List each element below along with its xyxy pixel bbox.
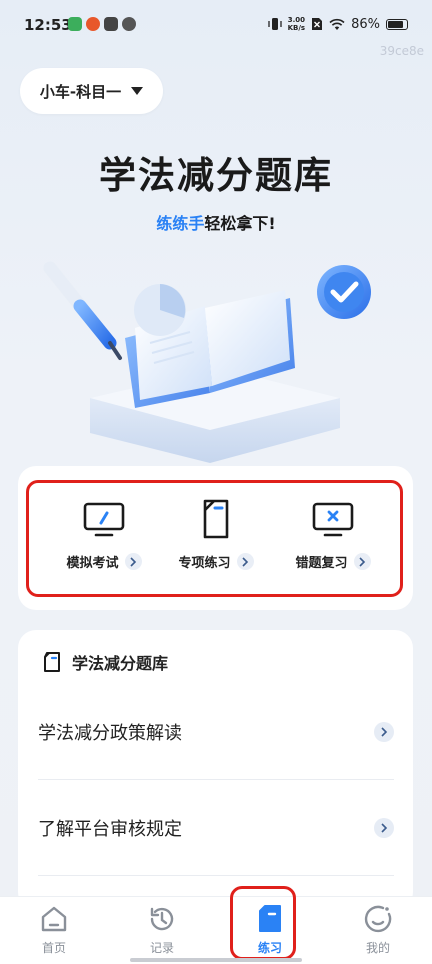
hero-title: 学法减分题库 (99, 154, 333, 197)
hero-subtitle-accent: 练练手 (156, 214, 205, 233)
wifi-icon (329, 18, 345, 30)
chevron-right-icon (374, 817, 394, 838)
battery-level (388, 20, 404, 28)
status-bar: 12:53 3.00 KB/s 86% (0, 0, 432, 52)
subject-selector-label: 小车-科目一 (39, 82, 122, 101)
list-item-label: 学法减分政策解读 (38, 722, 182, 744)
watermark: 39ce8e (379, 44, 424, 58)
app-notification-icon (104, 17, 118, 31)
document-icon (203, 499, 229, 539)
battery-icon (386, 18, 408, 30)
action-label-row: 模拟考试 (66, 552, 142, 571)
list-item-policy-interpretation[interactable]: 学法减分政策解读 (38, 684, 394, 780)
net-speed-unit: KB/s (287, 24, 306, 32)
profile-icon (364, 905, 392, 933)
chevron-right-icon (124, 553, 142, 570)
nav-item-home[interactable]: 首页 (14, 903, 94, 956)
hero-subtitle: 练练手轻松拿下! (0, 210, 432, 234)
nav-item-practice[interactable]: 练习 (230, 903, 310, 956)
action-label-row: 错题复习 (295, 552, 371, 571)
net-speed: 3.00 KB/s (288, 16, 305, 32)
action-label: 模拟考试 (66, 556, 119, 571)
action-special-practice[interactable]: 专项练习 (156, 496, 276, 571)
net-speed-value: 3.00 (287, 16, 305, 24)
dropdown-caret-icon (131, 87, 144, 95)
subject-selector[interactable]: 小车-科目一 (20, 68, 163, 114)
app-notification-icon (68, 17, 82, 31)
question-bank-icon (44, 652, 60, 672)
action-label-row: 专项练习 (178, 552, 254, 571)
no-sim-icon (312, 18, 323, 30)
hero-book-illustration (43, 261, 371, 463)
list-item-platform-rules[interactable]: 了解平台审核规定 (38, 780, 394, 876)
nav-label: 首页 (41, 941, 66, 955)
action-mock-exam[interactable]: 模拟考试 (44, 496, 164, 571)
chevron-right-icon (353, 553, 371, 570)
nav-item-profile[interactable]: 我的 (338, 903, 418, 956)
question-bank-card: 学法减分题库 学法减分政策解读 了解平台审核规定 (18, 630, 413, 910)
nav-item-history[interactable]: 记录 (122, 903, 202, 956)
nav-label: 练习 (257, 941, 282, 955)
status-time: 12:53 (24, 16, 72, 34)
practice-icon (259, 905, 281, 932)
list-header-title: 学法减分题库 (72, 654, 169, 673)
nav-label: 我的 (365, 941, 390, 955)
monitor-pen-icon (83, 502, 125, 537)
status-right: 3.00 KB/s 86% (267, 16, 408, 32)
list-item-label: 了解平台审核规定 (38, 818, 182, 840)
chevron-right-icon (374, 721, 394, 742)
practice-action-card: 模拟考试 专项练习 错题复习 (18, 466, 413, 610)
status-app-icons (68, 17, 136, 31)
bottom-nav: 首页 记录 练习 我的 (0, 896, 432, 964)
action-wrong-review[interactable]: 错题复习 (273, 496, 393, 571)
weibo-icon (86, 17, 100, 31)
action-label: 专项练习 (178, 556, 231, 571)
monitor-x-icon (312, 502, 354, 537)
list-header: 学法减分题库 (42, 650, 168, 674)
home-icon (41, 906, 67, 932)
action-label: 错题复习 (295, 556, 348, 571)
battery-percent: 86% (351, 16, 380, 32)
vibrate-icon (267, 18, 282, 30)
home-indicator[interactable] (130, 958, 302, 962)
app-notification-icon (122, 17, 136, 31)
hero-subtitle-rest: 轻松拿下! (204, 214, 276, 233)
chevron-right-icon (236, 553, 254, 570)
history-icon (150, 907, 174, 931)
nav-label: 记录 (149, 941, 174, 955)
